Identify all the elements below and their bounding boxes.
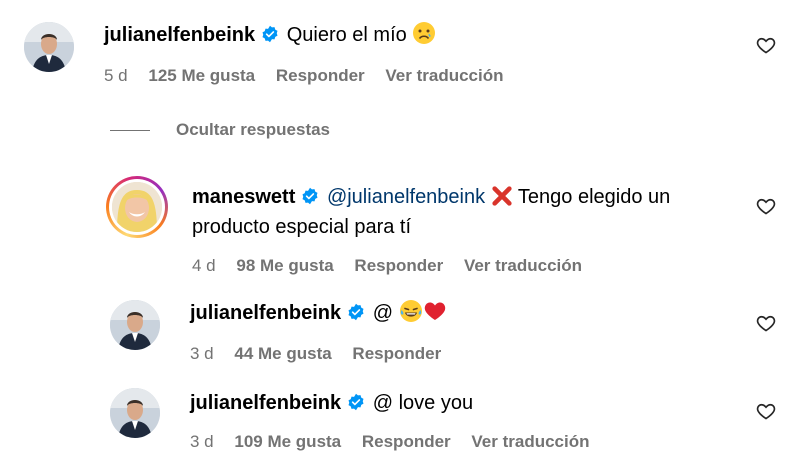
- red-heart-icon: [424, 302, 445, 320]
- comment-text-line2: producto especial para tí: [192, 216, 412, 238]
- likes-count[interactable]: 125 Me gusta: [148, 66, 255, 85]
- username[interactable]: maneswett: [192, 186, 295, 208]
- hide-replies-button[interactable]: Ocultar respuestas: [110, 120, 330, 140]
- tears-of-joy-face-icon: [399, 300, 422, 322]
- heart-icon[interactable]: [756, 401, 776, 421]
- translate-button[interactable]: Ver traducción: [464, 256, 582, 275]
- username[interactable]: julianelfenbeink: [190, 392, 341, 414]
- reply-button[interactable]: Responder: [354, 256, 443, 275]
- heart-icon[interactable]: [756, 196, 776, 216]
- comment-julianelfenbeink-1: julianelfenbeink Quiero el mío 5 d 125 M…: [0, 0, 800, 100]
- divider: [110, 129, 150, 131]
- verified-badge-icon: [262, 25, 278, 43]
- comment-meta: 3 d 44 Me gusta Responder: [190, 344, 457, 364]
- likes-count[interactable]: 44 Me gusta: [234, 344, 331, 363]
- verified-badge-icon: [302, 187, 318, 205]
- likes-count[interactable]: 109 Me gusta: [234, 432, 341, 451]
- comment-text: @: [372, 302, 394, 324]
- reply-button[interactable]: Responder: [276, 66, 365, 85]
- heart-icon[interactable]: [756, 313, 776, 333]
- comment-meta: 4 d 98 Me gusta Responder Ver traducción: [192, 256, 598, 276]
- comment-time[interactable]: 4 d: [192, 256, 216, 275]
- comment-time[interactable]: 3 d: [190, 344, 214, 363]
- comment-body: julianelfenbeink @: [190, 298, 447, 328]
- reply-button[interactable]: Responder: [352, 344, 441, 363]
- verified-badge-icon: [348, 303, 364, 321]
- comment-meta: 3 d 109 Me gusta Responder Ver traducció…: [190, 432, 606, 452]
- heart-icon[interactable]: [756, 35, 776, 55]
- translate-button[interactable]: Ver traducción: [385, 66, 503, 85]
- sad-face-icon: [413, 22, 436, 44]
- comment-time[interactable]: 3 d: [190, 432, 214, 451]
- comment-text: Quiero el mío: [286, 24, 407, 46]
- cross-mark-icon: [492, 186, 512, 206]
- mention-link[interactable]: @julianelfenbeink: [327, 186, 485, 208]
- verified-badge-icon: [348, 393, 364, 411]
- comment-text: @ love you: [372, 392, 474, 414]
- comment-time[interactable]: 5 d: [104, 66, 128, 85]
- comment-body: julianelfenbeink @ love you: [190, 388, 473, 418]
- avatar[interactable]: [24, 22, 74, 72]
- avatar[interactable]: [106, 176, 168, 238]
- comment-body: julianelfenbeink Quiero el mío: [104, 20, 436, 50]
- likes-count[interactable]: 98 Me gusta: [236, 256, 333, 275]
- translate-button[interactable]: Ver traducción: [471, 432, 589, 451]
- comment-body: maneswett @julianelfenbeink Tengo elegid…: [192, 182, 752, 242]
- username[interactable]: julianelfenbeink: [190, 302, 341, 324]
- comment-text-line1: Tengo elegido un: [517, 186, 671, 208]
- reply-button[interactable]: Responder: [362, 432, 451, 451]
- hide-replies-label: Ocultar respuestas: [176, 120, 331, 139]
- avatar[interactable]: [110, 300, 160, 350]
- comment-meta: 5 d 125 Me gusta Responder Ver traducció…: [104, 66, 520, 86]
- avatar[interactable]: [110, 388, 160, 438]
- username[interactable]: julianelfenbeink: [104, 24, 255, 46]
